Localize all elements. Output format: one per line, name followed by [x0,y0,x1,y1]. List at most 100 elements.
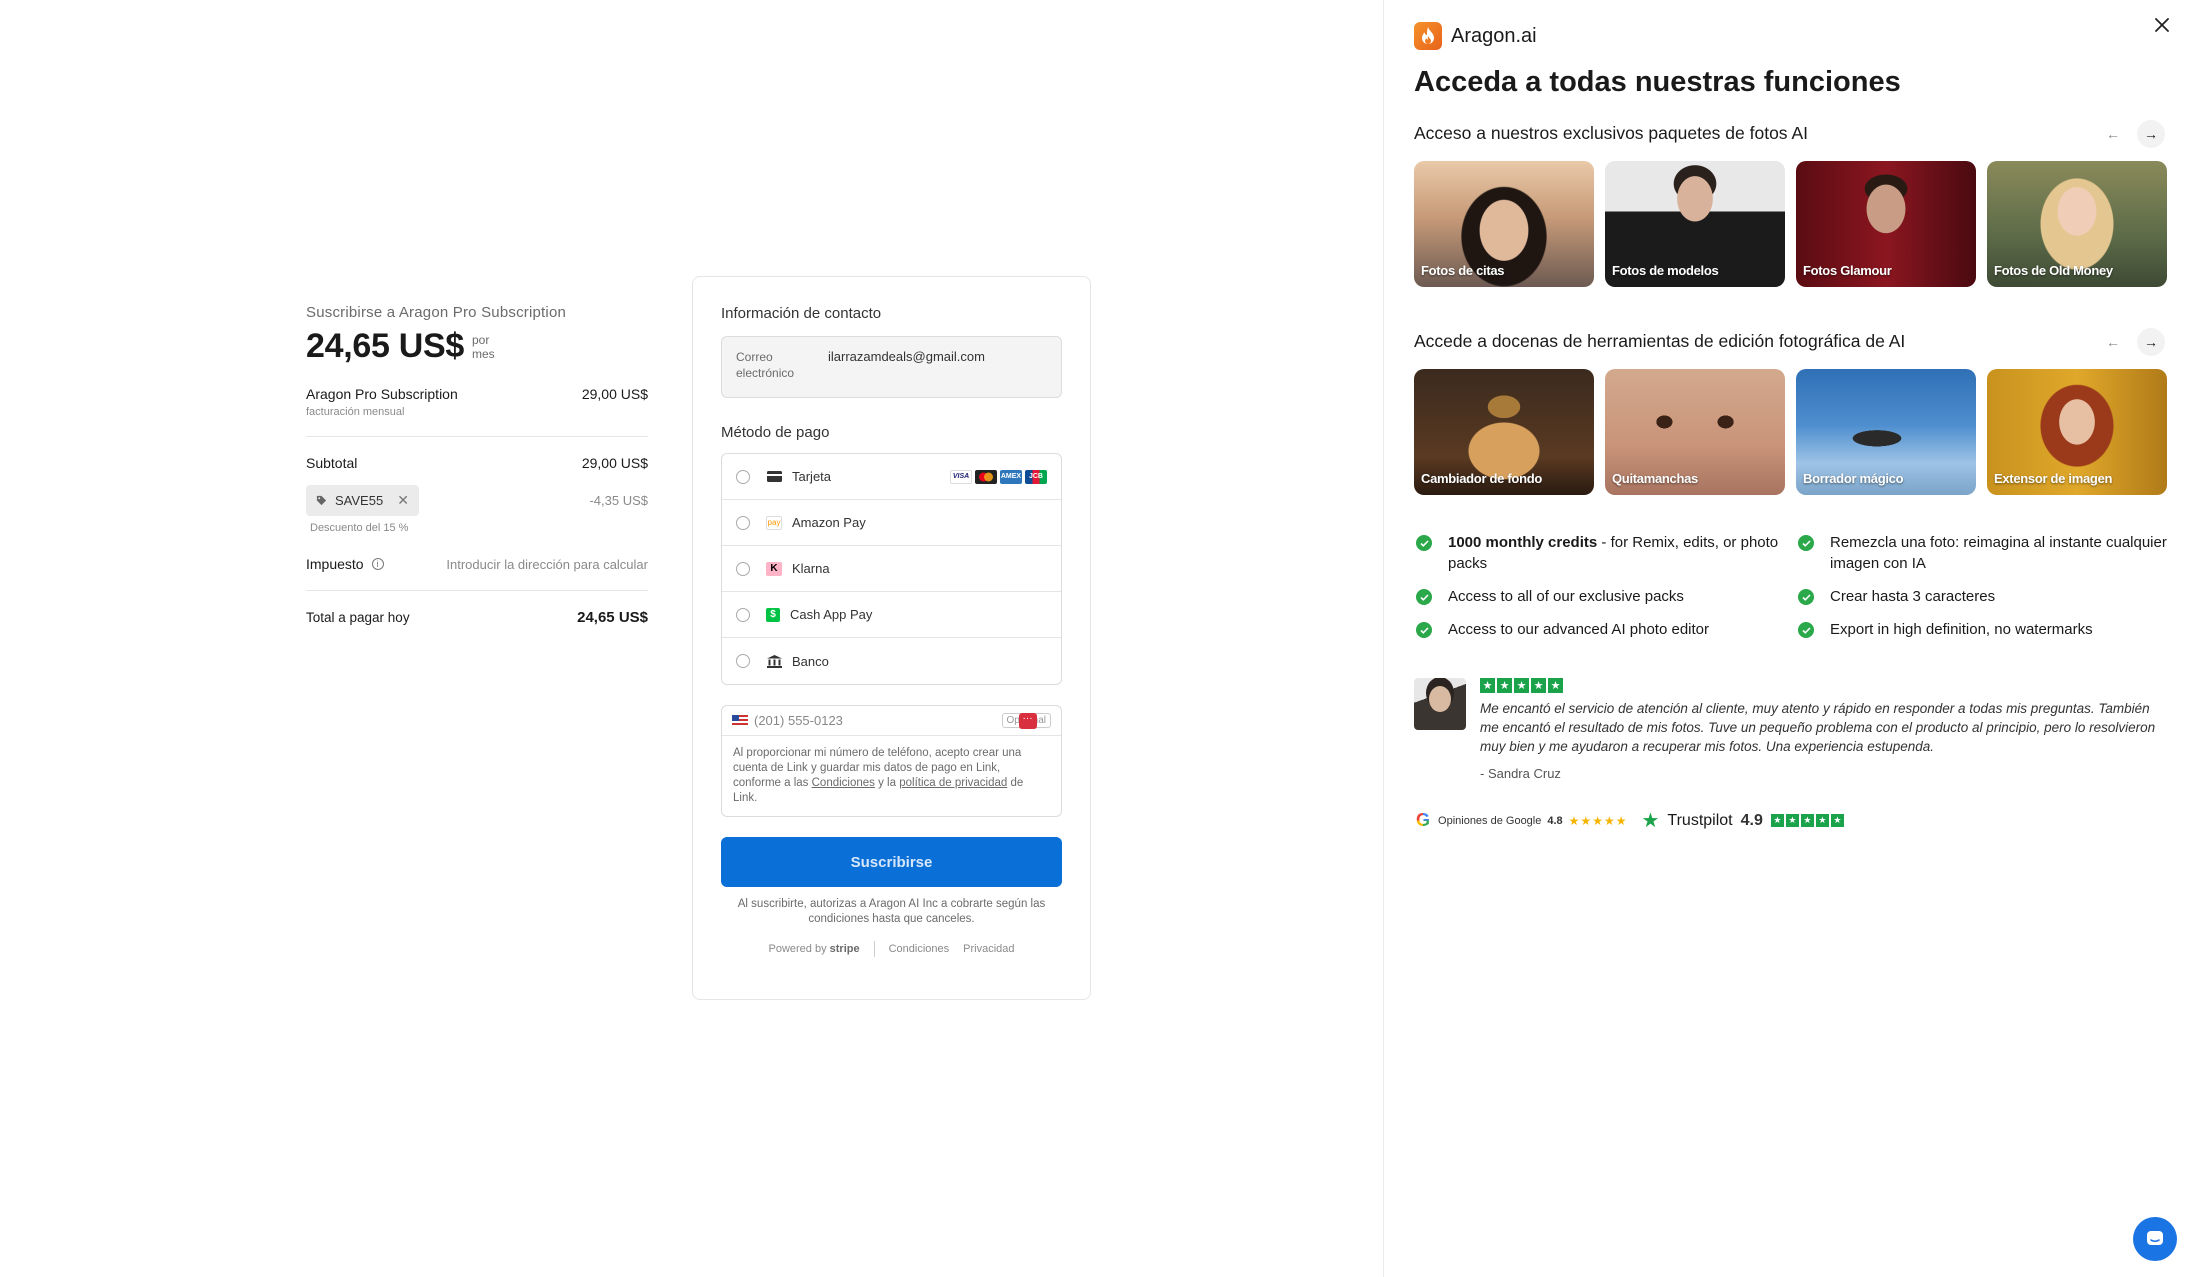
order-summary: Suscribirse a Aragon Pro Subscription 24… [306,304,648,626]
info-icon[interactable]: i [371,558,384,570]
tool-tile-magic-eraser[interactable]: Borrador mágico [1796,369,1976,495]
phone-input[interactable]: (201) 555-0123 Opcional··· [722,706,1061,736]
powered-by-stripe[interactable]: Powered by stripe [768,943,859,955]
trustpilot-score: 4.9 [1740,811,1763,829]
pack-tile-old-money[interactable]: Fotos de Old Money [1987,161,2167,287]
trustpilot-star-icon: ★ [1641,810,1660,832]
subtotal-row: Subtotal 29,00 US$ [306,455,648,471]
price-row: 24,65 US$ por mes [306,327,648,366]
payment-option-label: Cash App Pay [790,607,873,622]
email-label: Correo electrónico [736,350,795,380]
radio-button[interactable] [736,654,750,668]
check-icon [1798,622,1814,638]
amazon-pay-icon: pay [766,515,782,530]
feature-list: 1000 monthly credits - for Remix, edits,… [1414,532,2174,640]
brand-name: Aragon.ai [1451,24,1537,47]
mastercard-icon [975,469,997,484]
star-icon: ★ [1815,814,1829,827]
powered-by-label: Powered by [768,943,827,955]
payment-option-label: Tarjeta [792,469,832,484]
pack-tile-glamour[interactable]: Fotos Glamour [1796,161,1976,287]
feature-text: Access to our advanced AI photo editor [1448,621,1709,638]
pack-tile-models[interactable]: Fotos de modelos [1605,161,1785,287]
check-icon [1798,589,1814,605]
payment-option-label: Klarna [792,561,830,576]
tax-label-wrap: Impuesto i [306,556,384,572]
footer-privacy-link[interactable]: Privacidad [963,943,1014,955]
photo-packs-carousel: Fotos de citas Fotos de modelos Fotos Gl… [1414,161,2167,287]
panel-headline: Acceda a todas nuestras funciones [1414,66,1901,98]
optional-badge: Opcional··· [1001,713,1051,729]
tool-tile-background-changer[interactable]: Cambiador de fondo [1414,369,1594,495]
google-score: 4.8 [1547,814,1563,827]
pack-tile-dating[interactable]: Fotos de citas [1414,161,1594,287]
terms-link[interactable]: Condiciones [812,777,875,789]
coupon-discount: -4,35 US$ [589,493,648,508]
phone-placeholder: (201) 555-0123 [754,713,843,728]
arrow-left-icon[interactable]: ← [2099,120,2127,148]
klarna-icon: K [766,561,782,576]
line-item-name: Aragon Pro Subscription [306,386,458,402]
tax-label: Impuesto [306,556,364,572]
contact-title: Información de contacto [721,305,882,322]
payment-option-cash-app-pay[interactable]: $ Cash App Pay [722,592,1061,638]
trustpilot-label: Trustpilot [1667,811,1733,829]
visa-icon: VISA [950,469,972,484]
star-icon: ★ [1548,678,1563,693]
email-field[interactable]: Correo electrónico ilarrazamdeals@gmail.… [721,336,1062,398]
close-icon[interactable] [2151,14,2173,36]
jcb-icon: JCB [1025,469,1047,484]
card-brand-logos: VISA AMEX JCB [950,469,1047,484]
us-flag-icon[interactable] [732,715,748,726]
coupon-chip: SAVE55 ✕ [306,485,419,516]
subscribe-button[interactable]: Suscribirse [721,837,1062,887]
trustpilot-stars: ★ ★ ★ ★ ★ [1770,814,1844,827]
more-icon[interactable]: ··· [1018,713,1037,729]
coupon-code: SAVE55 [335,493,384,508]
feature-item: Access to all of our exclusive packs [1414,586,1796,607]
radio-button[interactable] [736,607,750,622]
tool-tile-image-extender[interactable]: Extensor de imagen [1987,369,2167,495]
tools-carousel-controls: ← → [2099,328,2165,356]
review-author: - Sandra Cruz [1480,766,1561,781]
total-row: Total a pagar hoy 24,65 US$ [306,609,648,626]
ratings-bar: G Opiniones de Google 4.8 ★★★★★ ★ Trustp… [1416,808,1844,833]
radio-button[interactable] [736,515,750,530]
tool-tile-blemish-remover[interactable]: Quitamanchas [1605,369,1785,495]
flame-icon [1414,22,1442,50]
phone-section: (201) 555-0123 Opcional··· Al proporcion… [721,705,1062,817]
payment-option-bank[interactable]: Banco [722,638,1061,684]
privacy-policy-link[interactable]: política de privacidad [899,777,1007,789]
divider [873,941,875,957]
line-item-price: 29,00 US$ [581,386,648,402]
brand-logo: Aragon.ai [1414,22,1537,50]
star-icon: ★ [1830,814,1844,827]
payment-option-amazon-pay[interactable]: pay Amazon Pay [722,500,1061,546]
subtotal-value: 29,00 US$ [581,455,648,471]
footer-terms-link[interactable]: Condiciones [889,943,950,955]
remove-coupon-button[interactable]: ✕ [397,492,409,509]
editing-tools-carousel: Cambiador de fondo Quitamanchas Borrador… [1414,369,2167,495]
pack-label: Fotos de citas [1421,263,1505,278]
editing-tools-title: Accede a docenas de herramientas de edic… [1414,331,1906,351]
feature-item: 1000 monthly credits - for Remix, edits,… [1414,532,1796,574]
packs-carousel-controls: ← → [2099,120,2165,148]
cash-app-icon: $ [766,607,780,622]
review-stars: ★ ★ ★ ★ ★ [1480,678,2170,693]
arrow-left-icon[interactable]: ← [2099,328,2127,356]
feature-text: Access to all of our exclusive packs [1448,588,1684,605]
total-value: 24,65 US$ [577,609,648,626]
chat-launcher-icon[interactable] [2133,1217,2177,1261]
star-icon: ★ [1770,814,1784,827]
radio-button[interactable] [736,561,750,576]
payment-option-label: Amazon Pay [792,515,866,530]
payment-option-card[interactable]: Tarjeta VISA AMEX JCB [722,454,1061,500]
radio-button[interactable] [736,469,750,484]
payment-option-klarna[interactable]: K Klarna [722,546,1061,592]
tag-icon [316,495,327,506]
line-item-billing: facturación mensual [306,406,405,418]
star-icon: ★ [1785,814,1799,827]
arrow-right-icon[interactable]: → [2137,328,2165,356]
arrow-right-icon[interactable]: → [2137,120,2165,148]
star-icon: ★ [1480,678,1495,693]
